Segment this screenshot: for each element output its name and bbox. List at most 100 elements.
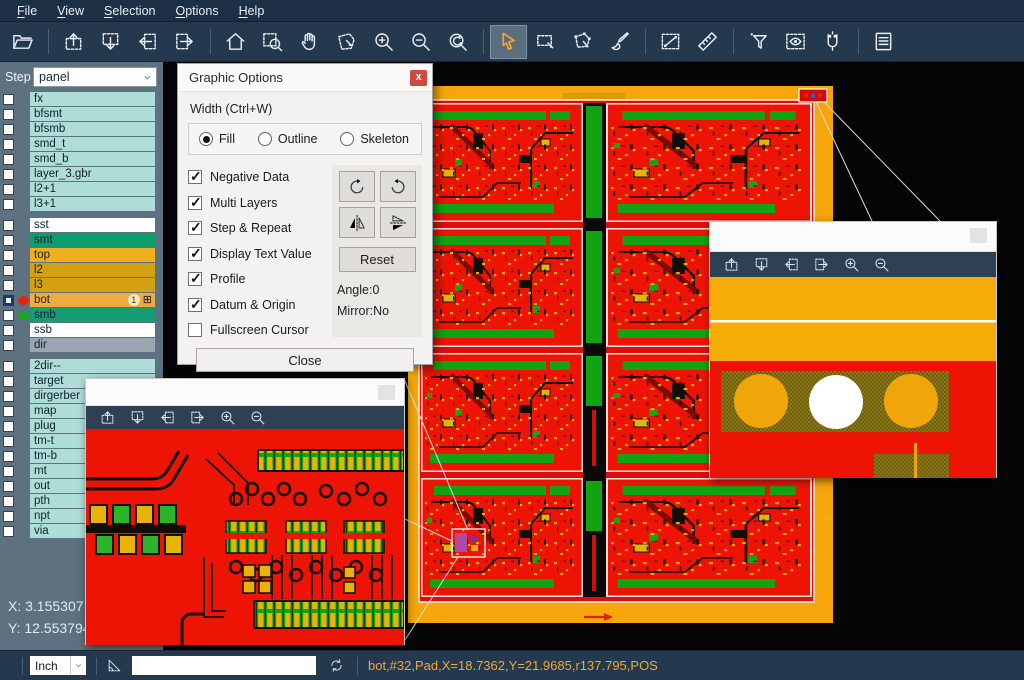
toolbar-button[interactable] xyxy=(129,25,166,59)
toolbar-button[interactable] xyxy=(689,25,726,59)
option-checkbox[interactable]: Multi Layers xyxy=(188,196,332,210)
toolbar-button[interactable] xyxy=(365,25,402,59)
toolbar-button[interactable] xyxy=(242,408,272,428)
option-checkbox[interactable]: Fullscreen Cursor xyxy=(188,323,332,337)
layer-row[interactable]: bfsmt ⊞ xyxy=(0,107,155,121)
layer-name[interactable]: smb ⊞ xyxy=(30,308,155,322)
close-button[interactable]: Close xyxy=(196,348,414,372)
toolbar-button[interactable] xyxy=(638,25,652,59)
layer-visibility-checkbox[interactable] xyxy=(3,280,14,291)
layer-name[interactable]: l2 ⊞ xyxy=(30,263,155,277)
layer-visibility-checkbox[interactable] xyxy=(3,220,14,231)
menu-item[interactable]: Help xyxy=(230,2,274,20)
layer-visibility-checkbox[interactable] xyxy=(3,109,14,120)
graphic-options-dialog[interactable]: Graphic Options x Width (Ctrl+W) Fill Ou… xyxy=(177,63,433,365)
layer-name[interactable]: bfsmb ⊞ xyxy=(30,122,155,136)
window-title-bar[interactable] xyxy=(86,379,404,406)
layer-name[interactable]: l3 ⊞ xyxy=(30,278,155,292)
layer-name[interactable]: fx ⊞ xyxy=(30,92,155,106)
toolbar-button[interactable] xyxy=(716,255,746,275)
detail-view-left[interactable] xyxy=(86,429,404,645)
menu-item[interactable]: View xyxy=(48,2,93,20)
layer-visibility-checkbox[interactable] xyxy=(3,451,14,462)
layer-visibility-checkbox[interactable] xyxy=(3,124,14,135)
layer-visibility-checkbox[interactable] xyxy=(3,436,14,447)
layer-row[interactable]: ssb ⊞ xyxy=(0,323,155,337)
toolbar-button[interactable] xyxy=(564,25,601,59)
toolbar-button[interactable] xyxy=(439,25,476,59)
toolbar-button[interactable] xyxy=(476,25,490,59)
toolbar-button[interactable] xyxy=(601,25,638,59)
toolbar-button[interactable] xyxy=(866,255,896,275)
layer-row[interactable]: bfsmb ⊞ xyxy=(0,122,155,136)
layer-row[interactable]: dir ⊞ xyxy=(0,338,155,352)
toolbar-button[interactable] xyxy=(291,25,328,59)
layer-row[interactable]: smd_t ⊞ xyxy=(0,137,155,151)
toolbar-button[interactable] xyxy=(122,408,152,428)
width-mode-radio[interactable]: Outline xyxy=(258,132,318,146)
option-checkbox[interactable]: Datum & Origin xyxy=(188,298,332,312)
toolbar-button[interactable] xyxy=(203,25,217,59)
layer-visibility-checkbox[interactable] xyxy=(3,496,14,507)
layer-visibility-checkbox[interactable] xyxy=(3,376,14,387)
layer-visibility-checkbox[interactable] xyxy=(3,466,14,477)
layer-row[interactable]: top ⊞ xyxy=(0,248,155,262)
layer-row[interactable]: l3 ⊞ xyxy=(0,278,155,292)
layer-name[interactable]: sst ⊞ xyxy=(30,218,155,232)
toolbar-button[interactable] xyxy=(726,25,740,59)
layer-row[interactable]: sst ⊞ xyxy=(0,218,155,232)
unit-select[interactable]: Inch xyxy=(30,656,86,675)
toolbar-button[interactable] xyxy=(776,255,806,275)
toolbar-button[interactable] xyxy=(806,255,836,275)
layer-visibility-checkbox[interactable] xyxy=(3,139,14,150)
layer-visibility-checkbox[interactable] xyxy=(3,481,14,492)
toolbar-button[interactable] xyxy=(490,25,527,59)
toolbar-button[interactable] xyxy=(865,25,902,59)
menu-item[interactable]: File xyxy=(8,2,46,20)
toolbar-button[interactable] xyxy=(851,25,865,59)
toolbar-button[interactable] xyxy=(217,25,254,59)
transform-button[interactable] xyxy=(380,207,416,238)
layer-row[interactable]: l3+1 ⊞ xyxy=(0,197,155,211)
layer-visibility-checkbox[interactable] xyxy=(3,169,14,180)
layer-name[interactable]: smd_b ⊞ xyxy=(30,152,155,166)
toolbar-button[interactable] xyxy=(254,25,291,59)
layer-visibility-checkbox[interactable] xyxy=(3,325,14,336)
layer-visibility-checkbox[interactable] xyxy=(3,361,14,372)
width-mode-radio[interactable]: Fill xyxy=(199,132,235,146)
layer-name[interactable]: 2dir-- ⊞ xyxy=(30,359,155,373)
transform-button[interactable] xyxy=(339,207,375,238)
option-checkbox[interactable]: Negative Data xyxy=(188,170,332,184)
toolbar-button[interactable] xyxy=(41,25,55,59)
toolbar-button[interactable] xyxy=(527,25,564,59)
layer-name[interactable]: bfsmt ⊞ xyxy=(30,107,155,121)
toolbar-button[interactable] xyxy=(740,25,777,59)
option-checkbox[interactable]: Profile xyxy=(188,272,332,286)
layer-row[interactable]: smb ⊞ xyxy=(0,308,155,322)
layer-row[interactable]: l2+1 ⊞ xyxy=(0,182,155,196)
toolbar-button[interactable] xyxy=(652,25,689,59)
toolbar-button[interactable] xyxy=(814,25,851,59)
layer-visibility-checkbox[interactable] xyxy=(3,250,14,261)
toolbar-button[interactable] xyxy=(92,408,122,428)
sync-icon[interactable] xyxy=(328,657,345,674)
layer-visibility-checkbox[interactable] xyxy=(3,199,14,210)
layer-name[interactable]: dir ⊞ xyxy=(30,338,155,352)
layer-visibility-checkbox[interactable] xyxy=(3,184,14,195)
toolbar-button[interactable] xyxy=(182,408,212,428)
reset-button[interactable]: Reset xyxy=(339,247,416,272)
menu-item[interactable]: Selection xyxy=(95,2,164,20)
layer-visibility-checkbox[interactable] xyxy=(3,340,14,351)
transform-button[interactable] xyxy=(380,171,416,202)
corner-angle-icon[interactable] xyxy=(106,657,123,674)
step-select[interactable]: panel xyxy=(33,67,157,87)
menu-item[interactable]: Options xyxy=(166,2,227,20)
layer-visibility-checkbox[interactable] xyxy=(3,235,14,246)
layer-visibility-checkbox[interactable] xyxy=(3,526,14,537)
toolbar-button[interactable] xyxy=(746,255,776,275)
option-checkbox[interactable]: Step & Repeat xyxy=(188,221,332,235)
layer-name[interactable]: bot 1 ⊞ xyxy=(30,293,155,307)
dialog-title-bar[interactable]: Graphic Options x xyxy=(178,64,432,92)
layer-row[interactable]: fx ⊞ xyxy=(0,92,155,106)
layer-name[interactable]: layer_3.gbr ⊞ xyxy=(30,167,155,181)
